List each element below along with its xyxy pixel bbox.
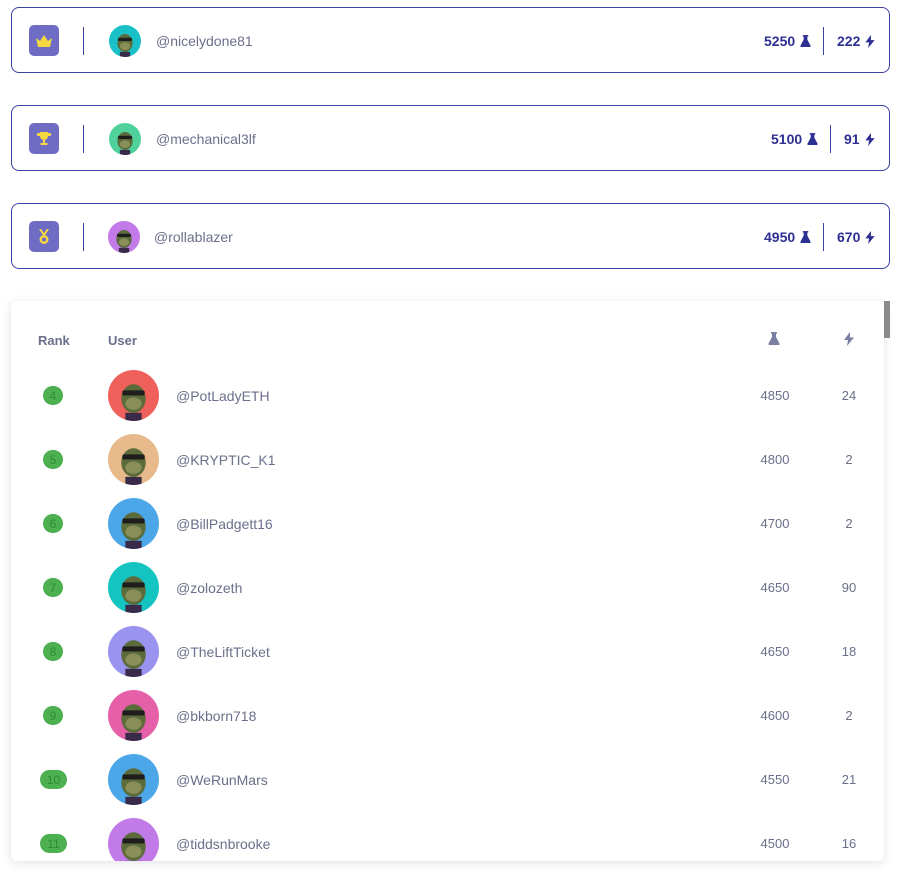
bolts-value: 18 (841, 644, 857, 659)
avatar[interactable] (108, 754, 159, 805)
divider (83, 223, 84, 251)
table-row[interactable]: 11 @tiddsnbrooke 4500 16 (11, 811, 884, 861)
avatar[interactable] (109, 25, 141, 57)
bolts-value: 2 (845, 516, 853, 531)
points-value: 4600 (760, 708, 790, 723)
points-value: 4650 (760, 580, 790, 595)
bolts-value: 2 (845, 708, 853, 723)
points-value: 5100 (771, 131, 803, 147)
bolts-value: 90 (841, 580, 857, 595)
points-value: 4500 (760, 836, 790, 851)
avatar[interactable] (108, 626, 159, 677)
points-stat: 4950 (764, 229, 811, 245)
podium-handle[interactable]: @mechanical3lf (156, 131, 256, 147)
avatar[interactable] (108, 434, 159, 485)
user-header[interactable]: User (108, 333, 137, 348)
flask-icon (800, 230, 811, 244)
points-value: 4550 (760, 772, 790, 787)
bolts-value: 670 (837, 229, 861, 245)
podium-card[interactable]: @rollablazer 4950 670 (11, 203, 890, 269)
points-value: 4700 (760, 516, 790, 531)
rank-badge: 5 (43, 450, 63, 469)
bolt-icon (865, 34, 876, 48)
points-value: 4800 (760, 452, 790, 467)
divider (830, 125, 831, 153)
avatar[interactable] (108, 370, 159, 421)
scrollbar-thumb[interactable] (884, 301, 890, 338)
table-row[interactable]: 5 @KRYPTIC_K1 4800 2 (11, 427, 884, 491)
divider (823, 223, 824, 251)
rank-badge: 10 (40, 770, 67, 789)
leaderboard-table: Rank User 4 @PotLadyETH 4850 24 5 @KRYPT… (11, 301, 884, 861)
user-handle[interactable]: @tiddsnbrooke (176, 836, 270, 852)
bolt-icon[interactable] (844, 332, 854, 346)
bolts-value: 16 (841, 836, 857, 851)
podium-handle[interactable]: @rollablazer (154, 229, 233, 245)
user-handle[interactable]: @BillPadgett16 (176, 516, 273, 532)
bolts-value: 21 (841, 772, 857, 787)
rank-badge: 7 (43, 578, 63, 597)
table-row[interactable]: 10 @WeRunMars 4550 21 (11, 747, 884, 811)
podium-card[interactable]: @mechanical3lf 5100 91 (11, 105, 890, 171)
table-row[interactable]: 7 @zolozeth 4650 90 (11, 555, 884, 619)
points-value: 4650 (760, 644, 790, 659)
table-row[interactable]: 9 @bkborn718 4600 2 (11, 683, 884, 747)
user-handle[interactable]: @TheLiftTicket (176, 644, 270, 660)
user-handle[interactable]: @zolozeth (176, 580, 242, 596)
points-stat: 5250 (764, 33, 811, 49)
rank-badge: 8 (43, 642, 63, 661)
points-value: 4950 (764, 229, 796, 245)
flask-icon[interactable] (768, 332, 780, 346)
rank-badge: 9 (43, 706, 63, 725)
avatar[interactable] (108, 498, 159, 549)
user-handle[interactable]: @WeRunMars (176, 772, 268, 788)
avatar[interactable] (108, 562, 159, 613)
table-row[interactable]: 6 @BillPadgett16 4700 2 (11, 491, 884, 555)
table-row[interactable]: 4 @PotLadyETH 4850 24 (11, 363, 884, 427)
rank-header[interactable]: Rank (38, 333, 70, 348)
bolts-value: 2 (845, 452, 853, 467)
bolt-icon (864, 132, 875, 146)
bolts-value: 91 (844, 131, 860, 147)
user-handle[interactable]: @bkborn718 (176, 708, 256, 724)
podium-card[interactable]: @nicelydone81 5250 222 (11, 7, 890, 73)
bolts-value: 24 (841, 388, 857, 403)
divider (83, 27, 84, 55)
trophy-icon (29, 123, 59, 154)
rank-badge: 6 (43, 514, 63, 533)
rank-badge: 4 (43, 386, 63, 405)
points-value: 4850 (760, 388, 790, 403)
podium-handle[interactable]: @nicelydone81 (156, 33, 253, 49)
points-stat: 5100 (771, 131, 818, 147)
avatar[interactable] (108, 690, 159, 741)
bolts-stat: 91 (844, 131, 875, 147)
flask-icon (800, 34, 811, 48)
avatar[interactable] (109, 123, 141, 155)
rank-badge: 11 (40, 834, 67, 853)
flask-icon (807, 132, 818, 146)
avatar[interactable] (108, 818, 159, 861)
table-row[interactable]: 8 @TheLiftTicket 4650 18 (11, 619, 884, 683)
bolts-value: 222 (837, 33, 861, 49)
divider (823, 27, 824, 55)
bolts-stat: 670 (837, 229, 876, 245)
bolt-icon (865, 230, 876, 244)
bolts-stat: 222 (837, 33, 876, 49)
crown-icon (29, 25, 59, 56)
user-handle[interactable]: @KRYPTIC_K1 (176, 452, 276, 468)
points-value: 5250 (764, 33, 796, 49)
avatar[interactable] (108, 221, 140, 253)
medal-icon (29, 221, 59, 252)
user-handle[interactable]: @PotLadyETH (176, 388, 270, 404)
divider (83, 125, 84, 153)
